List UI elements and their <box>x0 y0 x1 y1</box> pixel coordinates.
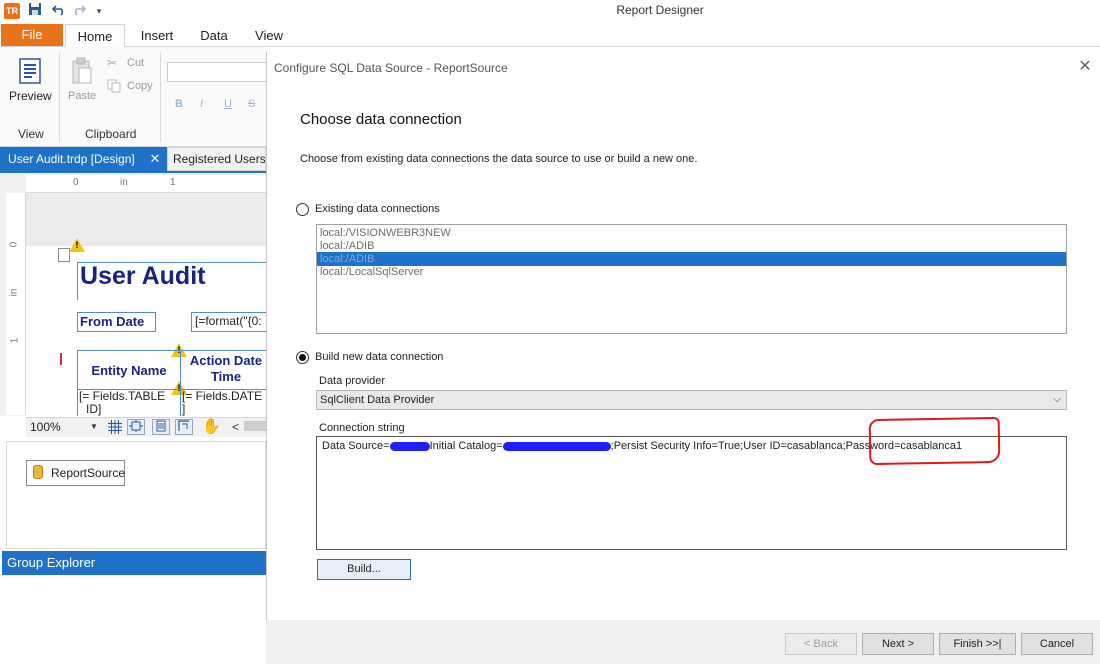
radio-build-new-connection[interactable] <box>296 351 309 364</box>
ruler-mark: 1 <box>170 177 176 188</box>
group-label-clipboard: Clipboard <box>85 127 137 141</box>
close-icon[interactable]: ✕ <box>1076 58 1094 76</box>
radio-build-new-label: Build new data connection <box>315 351 444 363</box>
ruler-top: 0 in 1 <box>26 175 266 193</box>
preview-button[interactable]: Preview <box>9 89 52 103</box>
paste-icon <box>71 57 93 88</box>
database-icon <box>33 465 43 479</box>
cut-button[interactable]: Cut <box>127 57 144 69</box>
grid-icon[interactable] <box>106 419 124 435</box>
list-item[interactable]: local:/LocalSqlServer <box>317 265 1066 279</box>
connstr-initial-catalog: Initial Catalog= <box>429 440 503 452</box>
paste-button[interactable]: Paste <box>68 90 96 102</box>
underline-button[interactable]: U <box>224 98 232 110</box>
group-explorer-header[interactable]: Group Explorer <box>2 551 266 575</box>
column-header-entity-name[interactable]: Entity Name <box>78 352 180 390</box>
table-cell-entity-wrap: ID] <box>86 402 102 416</box>
bold-button[interactable]: B <box>175 98 183 110</box>
list-item[interactable]: local:/ADIB <box>317 239 1066 253</box>
data-provider-label: Data provider <box>319 375 386 387</box>
table-cell-action[interactable]: [= Fields.DATE <box>182 389 272 403</box>
page-margin <box>26 194 266 246</box>
scroll-left-icon[interactable]: < <box>232 418 239 436</box>
copy-icon <box>107 79 121 93</box>
copy-button[interactable]: Copy <box>127 80 153 92</box>
report-title: User Audit <box>80 262 206 290</box>
preview-icon <box>19 58 43 87</box>
ribbon-separator <box>160 52 161 142</box>
snap-to-lines-icon[interactable] <box>152 419 170 435</box>
table-cell-action-wrap: ] <box>182 402 186 416</box>
save-icon[interactable] <box>26 2 44 20</box>
ruler-left: 0 in 1 <box>6 193 26 415</box>
tab-insert[interactable]: Insert <box>131 24 183 47</box>
cancel-button[interactable]: Cancel <box>1021 633 1093 655</box>
tab-data[interactable]: Data <box>192 24 236 47</box>
horizontal-scrollbar[interactable] <box>244 421 266 431</box>
ruler-mark: in <box>8 288 20 297</box>
font-family-select[interactable] <box>167 62 266 82</box>
radio-selected-dot <box>299 354 306 361</box>
group-label-view: View <box>18 127 44 141</box>
strikethrough-button[interactable]: S <box>248 98 255 110</box>
dialog-heading: Choose data connection <box>300 111 462 128</box>
radio-existing-connections[interactable] <box>296 203 309 216</box>
snap-to-grid-icon[interactable] <box>127 419 145 435</box>
connstr-security: ;Persist Security Info=True;User ID=casa… <box>610 440 846 452</box>
column-header-action-date-time[interactable]: Action Date Time <box>181 353 271 385</box>
cut-icon: ✂ <box>107 56 118 70</box>
redo-icon[interactable] <box>70 2 88 20</box>
table-cell-entity[interactable]: [= Fields.TABLE <box>79 389 179 403</box>
chevron-down-icon[interactable]: ⌵ <box>1050 390 1064 410</box>
title-bar <box>0 0 1100 22</box>
back-button[interactable]: < Back <box>785 633 857 655</box>
password-highlight-annotation <box>868 416 1001 466</box>
radio-existing-label: Existing data connections <box>315 203 440 215</box>
window-title: Report Designer <box>616 3 704 17</box>
connstr-data-source: Data Source= <box>322 440 390 452</box>
hand-pan-icon[interactable]: ✋ <box>202 417 221 435</box>
tab-home[interactable]: Home <box>65 24 125 47</box>
chevron-down-icon[interactable]: ▼ <box>90 418 98 436</box>
from-date-label[interactable]: From Date <box>77 312 156 332</box>
tab-view[interactable]: View <box>246 24 292 47</box>
dialog-title: Configure SQL Data Source - ReportSource <box>274 61 508 75</box>
doc-tab-user-audit[interactable]: User Audit.trdp [Design] <box>0 147 167 171</box>
italic-button[interactable]: I <box>200 98 203 110</box>
data-provider-select[interactable]: SqlClient Data Provider <box>316 390 1067 410</box>
group-explorer-panel <box>0 575 266 664</box>
build-button[interactable]: Build... <box>317 559 411 580</box>
undo-icon[interactable] <box>50 2 68 20</box>
redaction-mark <box>389 441 430 451</box>
close-tab-icon[interactable]: ✕ <box>147 147 163 171</box>
tab-file[interactable]: File <box>1 24 63 46</box>
ruler-mark: 1 <box>9 337 21 344</box>
redaction-mark <box>502 441 611 451</box>
finish-button[interactable]: Finish >>| <box>939 633 1016 655</box>
warning-icon-mark: ! <box>75 240 79 250</box>
next-button[interactable]: Next > <box>862 633 934 655</box>
app-icon: TR <box>4 3 20 19</box>
ribbon-separator <box>59 52 60 142</box>
list-item-selected[interactable]: local:/ADIB <box>317 252 1066 266</box>
list-item[interactable]: local:/VISIONWEBR3NEW <box>317 226 1066 240</box>
connection-string-label: Connection string <box>319 422 405 434</box>
ruler-mark: 0 <box>73 177 79 188</box>
dimensions-icon[interactable] <box>175 419 193 435</box>
dialog-description: Choose from existing data connections th… <box>300 153 698 165</box>
ruler-mark: in <box>120 177 128 188</box>
from-date-expression[interactable]: [=format("{0: <box>191 312 267 332</box>
doc-tab-registered-users[interactable]: Registered Users <box>167 147 266 171</box>
table-band-icon[interactable] <box>60 353 68 365</box>
ruler-mark: 0 <box>8 241 20 248</box>
customize-icon[interactable]: ▾ <box>90 2 108 20</box>
data-sources-panel <box>6 441 266 549</box>
